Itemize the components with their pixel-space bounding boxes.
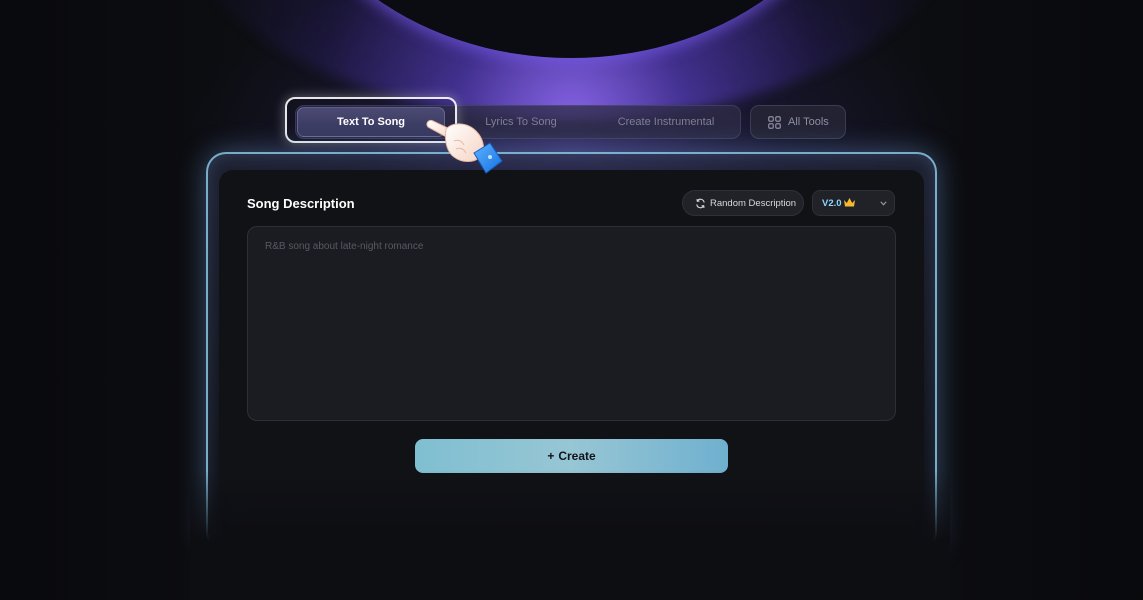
chevron-down-icon	[880, 201, 887, 206]
description-input[interactable]	[248, 227, 895, 420]
tab-text-to-song[interactable]: Text To Song	[297, 107, 445, 137]
version-value: V2.0	[822, 198, 842, 209]
app-stage: Lyrics To Song Create Instrumental Text …	[0, 0, 1143, 600]
create-button[interactable]: + Create	[415, 439, 728, 473]
panel-title: Song Description	[247, 196, 355, 211]
all-tools-button[interactable]: All Tools	[750, 105, 846, 139]
create-label: Create	[558, 449, 596, 463]
refresh-icon	[696, 198, 705, 209]
tab-create-instrumental[interactable]: Create Instrumental	[596, 106, 736, 138]
all-tools-label: All Tools	[788, 116, 829, 128]
random-description-label: Random Description	[710, 198, 797, 209]
bottom-fade	[190, 470, 950, 600]
random-description-button[interactable]: Random Description	[682, 190, 804, 216]
grid-icon	[768, 116, 781, 129]
version-dropdown[interactable]: V2.0	[812, 190, 895, 216]
sparkle-icon: +	[547, 449, 555, 463]
pointing-hand-icon	[426, 120, 503, 174]
crown-icon	[844, 198, 855, 207]
description-box	[247, 226, 896, 421]
